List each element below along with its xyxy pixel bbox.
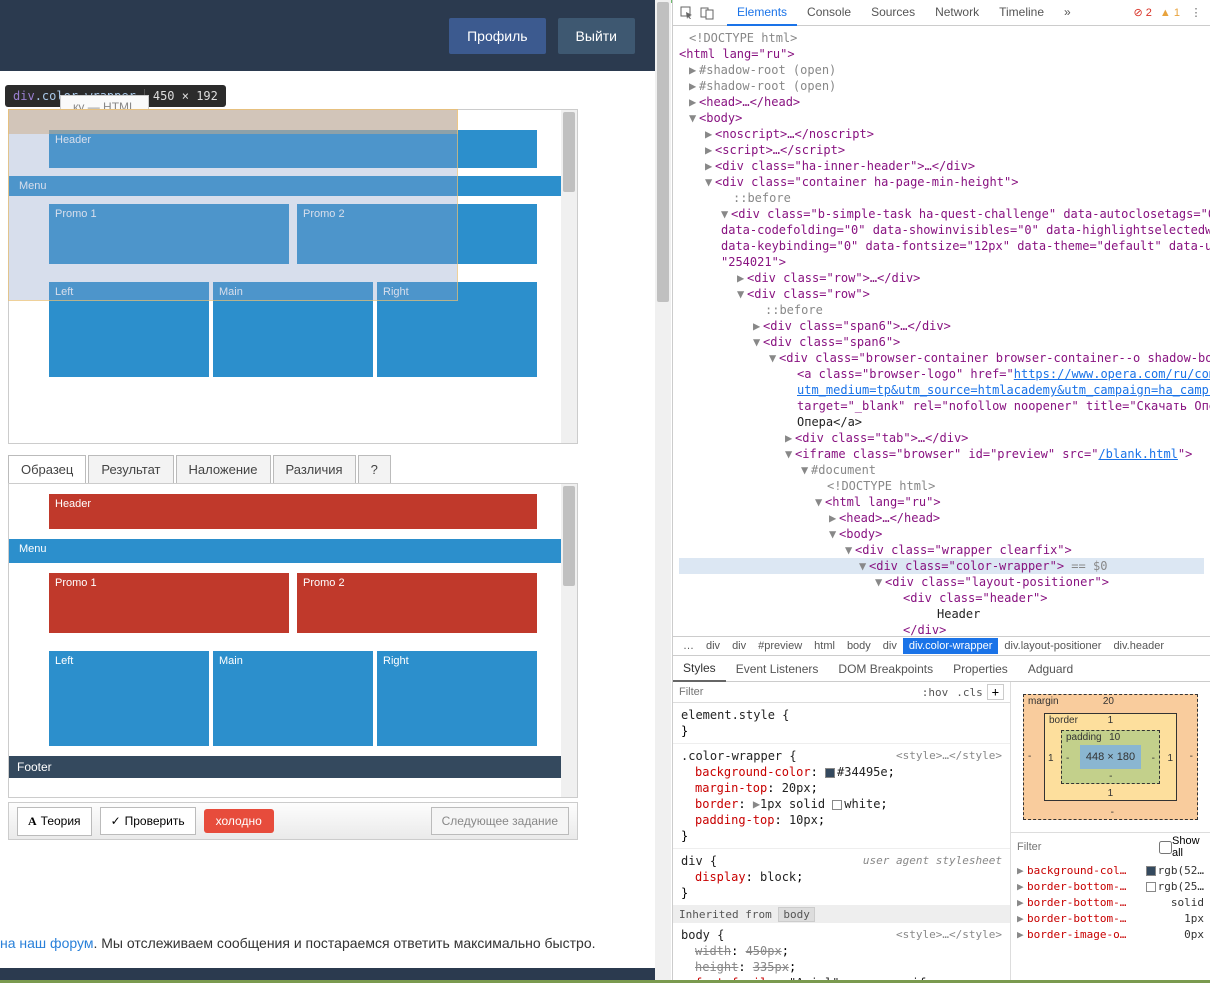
tab-timeline[interactable]: Timeline: [989, 0, 1054, 26]
sample-main: Main: [213, 651, 373, 746]
breadcrumb-item[interactable]: div.color-wrapper: [903, 638, 999, 654]
tab-styles[interactable]: Styles: [673, 656, 726, 682]
tab-sample[interactable]: Образец: [8, 455, 86, 484]
tab-overlay[interactable]: Наложение: [176, 455, 271, 484]
sample-menu: Menu: [9, 539, 577, 563]
styles-tabs: Styles Event Listeners DOM Breakpoints P…: [673, 656, 1210, 682]
breadcrumb-item[interactable]: div: [726, 638, 752, 654]
new-rule-button[interactable]: +: [987, 684, 1004, 700]
show-all-checkbox[interactable]: [1159, 841, 1172, 854]
theory-button[interactable]: AТеория: [17, 807, 92, 836]
breadcrumb-item[interactable]: #preview: [752, 638, 808, 654]
sample-header: Header: [49, 494, 537, 529]
inspect-icon[interactable]: [679, 5, 695, 21]
sample-pane[interactable]: Header Menu Promo 1 Promo 2 Left Main Ri…: [8, 483, 578, 798]
dom-breadcrumb[interactable]: …divdiv#previewhtmlbodydivdiv.color-wrap…: [673, 636, 1210, 656]
device-icon[interactable]: [699, 5, 715, 21]
status-badge: холодно: [204, 809, 274, 833]
show-all-label: Show all: [1172, 835, 1204, 859]
breadcrumb-item[interactable]: div: [700, 638, 726, 654]
devtools-panel: Elements Console Sources Network Timelin…: [672, 0, 1210, 983]
sample-layout: Header Menu Promo 1 Promo 2 Left Main Ri…: [9, 484, 577, 788]
computed-row[interactable]: ▶border-bottom-…1px: [1011, 911, 1210, 927]
kebab-icon[interactable]: ⋮: [1188, 5, 1204, 21]
selected-dom-node[interactable]: ▼<div class="color-wrapper"> == $0: [679, 558, 1204, 574]
sample-promo1: Promo 1: [49, 573, 289, 633]
box-content: 448 × 180: [1080, 745, 1141, 769]
computed-filter-input[interactable]: [1017, 841, 1159, 853]
tab-console[interactable]: Console: [797, 0, 861, 26]
cls-toggle[interactable]: .cls: [952, 686, 987, 699]
sample-promo2: Promo 2: [297, 573, 537, 633]
app-panel: Профиль Выйти div.color-wrapper 450 × 19…: [0, 0, 655, 983]
breadcrumb-item[interactable]: html: [808, 638, 841, 654]
styles-filter-input[interactable]: [679, 686, 918, 698]
profile-button[interactable]: Профиль: [449, 18, 545, 54]
forum-link[interactable]: на наш форум: [0, 935, 93, 951]
error-count[interactable]: ⊘ 2: [1134, 6, 1152, 19]
book-icon: A: [28, 814, 37, 829]
logout-button[interactable]: Выйти: [558, 18, 635, 54]
computed-list[interactable]: ▶background-col…rgb(52…▶border-bottom-…r…: [1011, 861, 1210, 945]
page-scrollbar[interactable]: [655, 0, 671, 983]
sample-left: Left: [49, 651, 209, 746]
dom-tree[interactable]: <!DOCTYPE html> <html lang="ru"> ▶#shado…: [673, 26, 1210, 636]
breadcrumb-item[interactable]: div.header: [1107, 638, 1170, 654]
forum-text: на наш форум. Мы отслеживаем сообщения и…: [0, 935, 596, 951]
computed-panel[interactable]: margin 20 - - - border 1 1 1 1 padding10…: [1010, 682, 1210, 982]
tab-listeners[interactable]: Event Listeners: [726, 657, 829, 681]
tab-adguard[interactable]: Adguard: [1018, 657, 1083, 681]
bottom-strip: [0, 968, 655, 980]
tooltip-tag: div: [13, 89, 35, 103]
computed-row[interactable]: ▶background-col…rgb(52…: [1011, 863, 1210, 879]
computed-row[interactable]: ▶border-bottom-…solid: [1011, 895, 1210, 911]
check-icon: ✓: [111, 814, 121, 828]
nav-bar: Профиль Выйти: [0, 0, 655, 71]
devtools-header: Elements Console Sources Network Timelin…: [673, 0, 1210, 26]
tab-elements[interactable]: Elements: [727, 0, 797, 26]
computed-row[interactable]: ▶border-image-o…0px: [1011, 927, 1210, 943]
next-task-button[interactable]: Следующее задание: [431, 807, 569, 835]
check-button[interactable]: ✓Проверить: [100, 807, 196, 835]
tab-result[interactable]: Результат: [88, 455, 173, 484]
computed-row[interactable]: ▶border-bottom-…rgb(25…: [1011, 879, 1210, 895]
breadcrumb-item[interactable]: body: [841, 638, 877, 654]
tooltip-dimensions: 450 × 192: [144, 89, 218, 103]
tab-diff[interactable]: Различия: [273, 455, 356, 484]
breadcrumb-item[interactable]: div: [877, 638, 903, 654]
highlight-overlay: [8, 109, 458, 301]
tab-dom-breakpoints[interactable]: DOM Breakpoints: [828, 657, 943, 681]
styles-panel[interactable]: :hov .cls + element.style { } .color-wra…: [673, 682, 1010, 982]
tab-sources[interactable]: Sources: [861, 0, 925, 26]
tab-help[interactable]: ?: [358, 455, 391, 484]
result-tabs: Образец Результат Наложение Различия ?: [8, 455, 391, 484]
sample-footer: Footer: [9, 756, 577, 778]
tab-properties[interactable]: Properties: [943, 657, 1018, 681]
bottom-toolbar: AТеория ✓Проверить холодно Следующее зад…: [8, 802, 578, 840]
breadcrumb-item[interactable]: …: [677, 638, 700, 654]
preview-scrollbar[interactable]: [561, 110, 577, 443]
hov-toggle[interactable]: :hov: [918, 686, 953, 699]
warning-count[interactable]: ▲ 1: [1160, 7, 1180, 19]
forum-tail: . Мы отслеживаем сообщения и постараемся…: [93, 935, 595, 951]
sample-scrollbar[interactable]: [561, 484, 577, 797]
breadcrumb-item[interactable]: div.layout-positioner: [998, 638, 1107, 654]
box-model[interactable]: margin 20 - - - border 1 1 1 1 padding10…: [1011, 682, 1210, 832]
sample-right: Right: [377, 651, 537, 746]
tab-network[interactable]: Network: [925, 0, 989, 26]
tab-more[interactable]: »: [1054, 0, 1081, 26]
